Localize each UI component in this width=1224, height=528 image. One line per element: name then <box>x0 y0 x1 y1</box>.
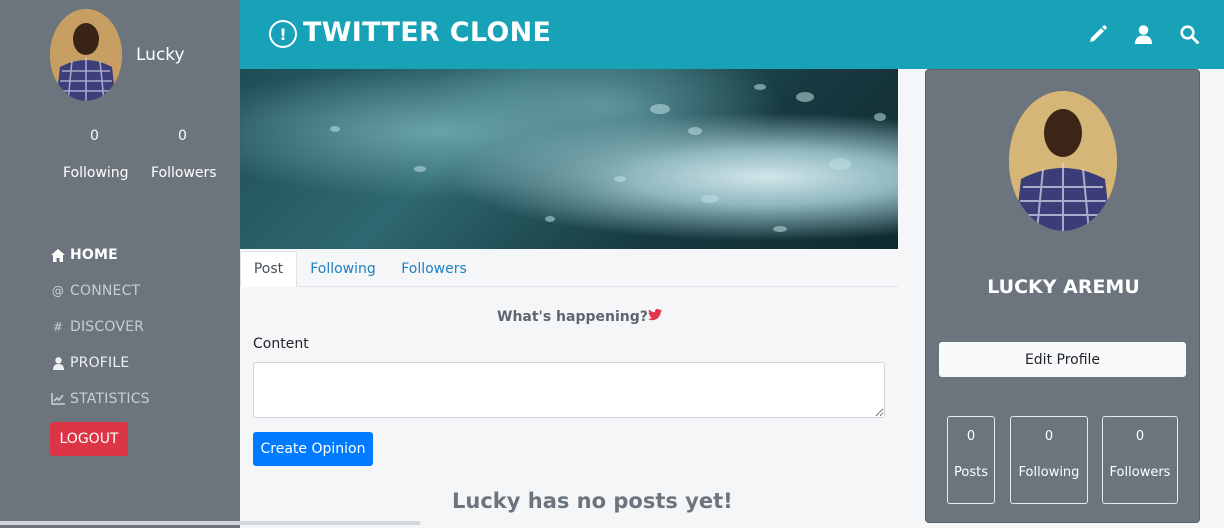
nav-label: CONNECT <box>70 283 141 299</box>
horizontal-scrollbar[interactable] <box>0 521 420 525</box>
posts-count: 0 <box>966 429 976 444</box>
empty-posts-message: Lucky has no posts yet! <box>452 489 733 513</box>
brand-title[interactable]: TWITTER CLONE <box>303 17 551 48</box>
profile-full-name: LUCKY AREMU <box>987 276 1140 298</box>
following-stat[interactable]: 0 Following <box>1010 416 1088 504</box>
nav-item-statistics[interactable]: STATISTICS <box>50 381 150 417</box>
pencil-icon[interactable] <box>1086 22 1110 46</box>
sidebar-stats: 0 Following 0 Followers <box>0 128 240 188</box>
left-sidebar: Lucky 0 Following 0 Followers HOME @ CON… <box>0 0 420 528</box>
user-icon <box>50 356 66 370</box>
profile-tabs: Post Following Followers <box>240 251 898 287</box>
hash-icon: # <box>52 320 64 334</box>
prompt-text: What's happening? <box>497 309 648 325</box>
logout-button[interactable]: LOGOUT <box>50 422 128 456</box>
nav-label: DISCOVER <box>70 319 145 335</box>
edit-profile-button[interactable]: Edit Profile <box>939 342 1186 377</box>
twitter-bird-icon <box>647 309 662 325</box>
following-count: 0 <box>1044 429 1054 444</box>
nav-item-connect[interactable]: @ CONNECT <box>50 273 150 309</box>
following-count: 0 <box>90 128 99 144</box>
followers-count: 0 <box>1135 429 1145 444</box>
tab-post[interactable]: Post <box>240 251 297 287</box>
exclamation-circle-icon: ! <box>269 20 297 48</box>
followers-count: 0 <box>178 128 187 144</box>
user-icon[interactable] <box>1131 22 1155 46</box>
following-label[interactable]: Following <box>63 165 129 181</box>
posts-label: Posts <box>954 465 988 480</box>
create-opinion-button[interactable]: Create Opinion <box>253 432 373 466</box>
profile-card: LUCKY AREMU Edit Profile 0 Posts 0 Follo… <box>925 69 1200 523</box>
cover-image <box>240 69 898 249</box>
search-icon[interactable] <box>1177 22 1201 46</box>
followers-label[interactable]: Followers <box>151 165 217 181</box>
tab-followers[interactable]: Followers <box>392 251 476 287</box>
following-label: Following <box>1018 465 1080 480</box>
whats-happening-heading: What's happening? <box>497 309 662 325</box>
sidebar-avatar[interactable] <box>50 9 122 101</box>
nav-label: HOME <box>70 247 118 263</box>
chart-line-icon <box>50 392 66 406</box>
followers-stat[interactable]: 0 Followers <box>1102 416 1178 504</box>
sidebar-user-name: Lucky <box>136 45 185 65</box>
followers-label: Followers <box>1109 465 1171 480</box>
nav-label: PROFILE <box>70 355 130 371</box>
content-textarea[interactable] <box>253 362 885 418</box>
nav-item-profile[interactable]: PROFILE <box>50 345 150 381</box>
nav-label: STATISTICS <box>70 391 150 407</box>
profile-avatar[interactable] <box>1009 91 1117 231</box>
sidebar-nav: HOME @ CONNECT # DISCOVER PROFILE STATIS… <box>50 237 150 417</box>
nav-item-home[interactable]: HOME <box>50 237 150 273</box>
content-label: Content <box>253 336 309 352</box>
posts-stat[interactable]: 0 Posts <box>947 416 995 504</box>
nav-item-discover[interactable]: # DISCOVER <box>50 309 150 345</box>
at-icon: @ <box>51 284 65 298</box>
home-icon <box>50 248 66 262</box>
top-header: ! TWITTER CLONE <box>240 0 1224 69</box>
tab-following[interactable]: Following <box>300 251 386 287</box>
